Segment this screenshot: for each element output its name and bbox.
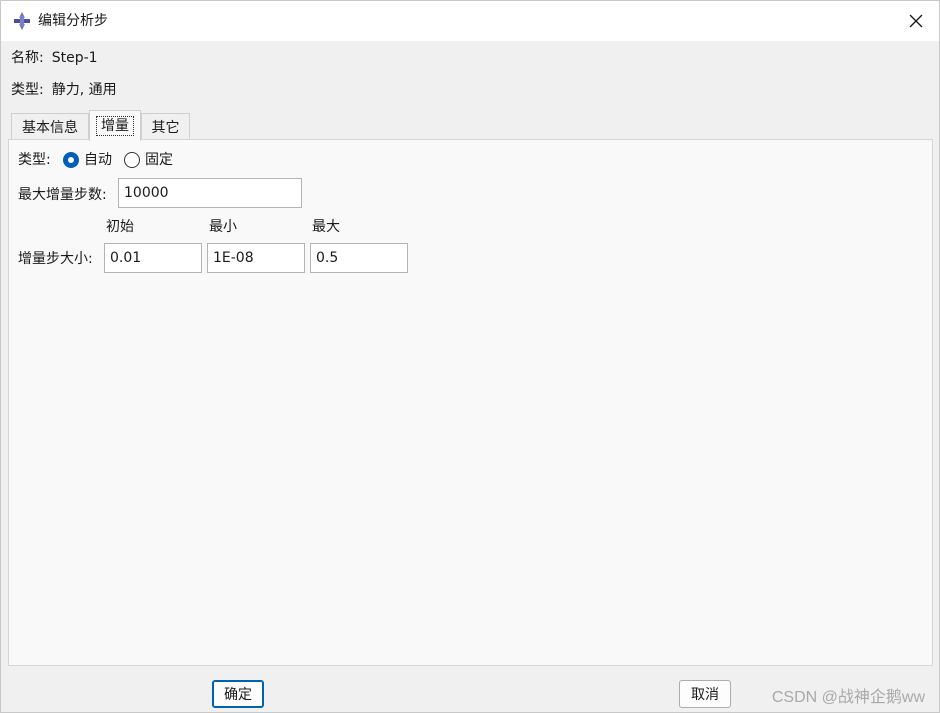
min-increment-input[interactable]	[207, 243, 305, 273]
initial-increment-input[interactable]	[104, 243, 202, 273]
app-icon	[14, 12, 30, 30]
radio-fixed-label[interactable]: 固定	[145, 150, 173, 170]
tab-label: 增量	[96, 116, 134, 136]
close-icon	[909, 14, 923, 28]
ok-button[interactable]: 确定	[212, 680, 264, 708]
title-bar[interactable]: 编辑分析步	[1, 1, 939, 41]
type-label: 类型:	[11, 82, 44, 98]
increment-type-label: 类型:	[18, 152, 51, 168]
max-steps-label: 最大增量步数:	[18, 187, 107, 203]
max-steps-input[interactable]	[118, 178, 302, 208]
step-type-line: 类型: 静力, 通用	[11, 80, 117, 100]
increment-size-label: 增量步大小:	[18, 251, 93, 267]
window-title: 编辑分析步	[38, 13, 108, 29]
watermark: CSDN @战神企鹅ww	[771, 689, 925, 706]
dialog-window: 编辑分析步 名称: Step-1 类型: 静力, 通用 基本信息 增量 其它 类型:…	[0, 0, 940, 713]
type-value: 静力, 通用	[51, 82, 117, 98]
column-initial: 初始	[106, 219, 134, 235]
tab-increment[interactable]: 增量	[89, 110, 141, 141]
max-increment-input[interactable]	[310, 243, 408, 273]
cancel-button-label: 取消	[691, 687, 719, 703]
radio-auto[interactable]	[63, 152, 79, 168]
column-minimum: 最小	[209, 219, 237, 235]
tab-label: 其它	[151, 120, 180, 136]
ok-button-label: 确定	[224, 687, 252, 703]
tab-other[interactable]: 其它	[141, 113, 190, 140]
close-button[interactable]	[893, 1, 939, 41]
name-label: 名称:	[11, 50, 44, 66]
increment-panel: 类型: 自动 固定 最大增量步数: 初始 最小 最大 增量步大小:	[8, 139, 933, 666]
step-name-line: 名称: Step-1	[11, 48, 98, 68]
radio-fixed[interactable]	[124, 152, 140, 168]
name-value: Step-1	[51, 50, 98, 66]
tab-basic-info[interactable]: 基本信息	[11, 113, 89, 140]
radio-auto-label[interactable]: 自动	[84, 150, 112, 170]
tab-label: 基本信息	[22, 120, 78, 136]
cancel-button[interactable]: 取消	[679, 680, 731, 708]
column-maximum: 最大	[312, 219, 340, 235]
